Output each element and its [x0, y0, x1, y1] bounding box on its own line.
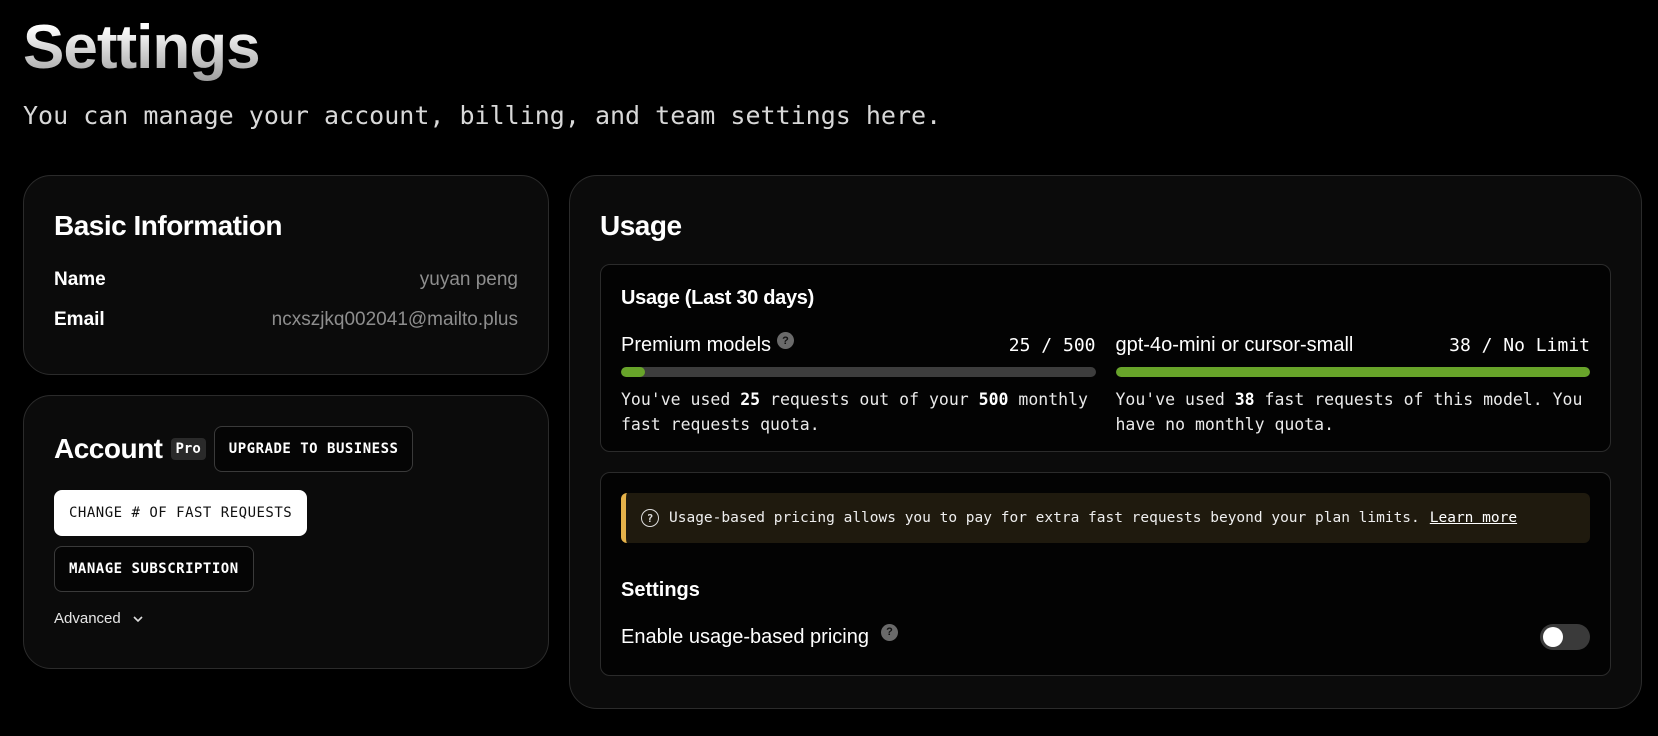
- usage-box-title: Usage (Last 30 days): [621, 287, 814, 309]
- usage-last-30-days-box: Usage (Last 30 days) Premium models ? 25…: [600, 264, 1611, 452]
- upgrade-to-business-button[interactable]: UPGRADE TO BUSINESS: [213, 426, 414, 472]
- manage-subscription-button[interactable]: MANAGE SUBSCRIPTION: [54, 546, 254, 592]
- premium-limit-count: 500: [978, 390, 1009, 409]
- usage-based-pricing-toggle[interactable]: [1540, 624, 1590, 650]
- account-card: Account Pro UPGRADE TO BUSINESS CHANGE #…: [23, 395, 549, 669]
- name-label: Name: [54, 269, 106, 290]
- page-subtitle: You can manage your account, billing, an…: [23, 101, 942, 130]
- premium-models-usage: Premium models ? 25 / 500 You've used 25…: [621, 332, 1096, 437]
- question-circle-icon: ?: [641, 509, 659, 527]
- banner-text: Usage-based pricing allows you to pay fo…: [669, 510, 1420, 526]
- small-models-label: gpt-4o-mini or cursor-small: [1115, 334, 1354, 356]
- advanced-label: Advanced: [54, 610, 121, 627]
- premium-models-label: Premium models: [621, 334, 772, 356]
- name-value: yuyan peng: [419, 269, 518, 290]
- premium-used-count: 25: [740, 390, 761, 409]
- small-usage-bar-fill: [1115, 367, 1590, 377]
- small-models-count: 38 / No Limit: [1449, 335, 1590, 356]
- basic-information-card: Basic Information Name yuyan peng Email …: [23, 175, 549, 375]
- email-label: Email: [54, 309, 105, 330]
- usage-pricing-toggle-label: Enable usage-based pricing: [621, 625, 869, 648]
- premium-usage-bar-fill: [621, 367, 645, 377]
- email-value: ncxszjkq002041@mailto.plus: [271, 309, 518, 330]
- change-fast-requests-button[interactable]: CHANGE # OF FAST REQUESTS: [54, 490, 308, 536]
- email-row: Email ncxszjkq002041@mailto.plus: [54, 300, 518, 340]
- basic-information-title: Basic Information: [54, 210, 282, 241]
- plan-badge: Pro: [170, 438, 206, 460]
- small-models-usage: gpt-4o-mini or cursor-small 38 / No Limi…: [1115, 334, 1591, 437]
- small-usage-description: You've used 38 fast requests of this mod…: [1116, 387, 1591, 437]
- premium-desc-mid: requests out of your: [770, 390, 969, 409]
- account-title: Account: [54, 433, 163, 464]
- usage-pricing-box: ? Usage-based pricing allows you to pay …: [600, 472, 1611, 676]
- settings-page: Settings You can manage your account, bi…: [0, 0, 1658, 736]
- toggle-knob: [1543, 627, 1563, 647]
- small-used-count: 38: [1234, 390, 1255, 409]
- small-desc-prefix: You've used: [1115, 390, 1225, 409]
- premium-models-count: 25 / 500: [1008, 335, 1096, 356]
- premium-desc-prefix: You've used: [621, 390, 731, 409]
- usage-pricing-banner: ? Usage-based pricing allows you to pay …: [621, 493, 1590, 543]
- settings-section-title: Settings: [621, 579, 700, 601]
- premium-usage-bar: [621, 367, 1096, 377]
- usage-card: Usage Usage (Last 30 days) Premium model…: [569, 175, 1642, 709]
- learn-more-link[interactable]: Learn more: [1430, 510, 1517, 526]
- help-icon[interactable]: ?: [777, 332, 795, 349]
- usage-title: Usage: [600, 210, 682, 241]
- help-icon[interactable]: ?: [880, 623, 898, 641]
- small-usage-bar: [1115, 367, 1590, 377]
- page-title: Settings: [23, 13, 261, 82]
- advanced-toggle[interactable]: Advanced: [54, 610, 518, 627]
- premium-usage-description: You've used 25 requests out of your 500 …: [621, 387, 1096, 437]
- name-row: Name yuyan peng: [54, 260, 518, 300]
- chevron-down-icon: [133, 615, 143, 622]
